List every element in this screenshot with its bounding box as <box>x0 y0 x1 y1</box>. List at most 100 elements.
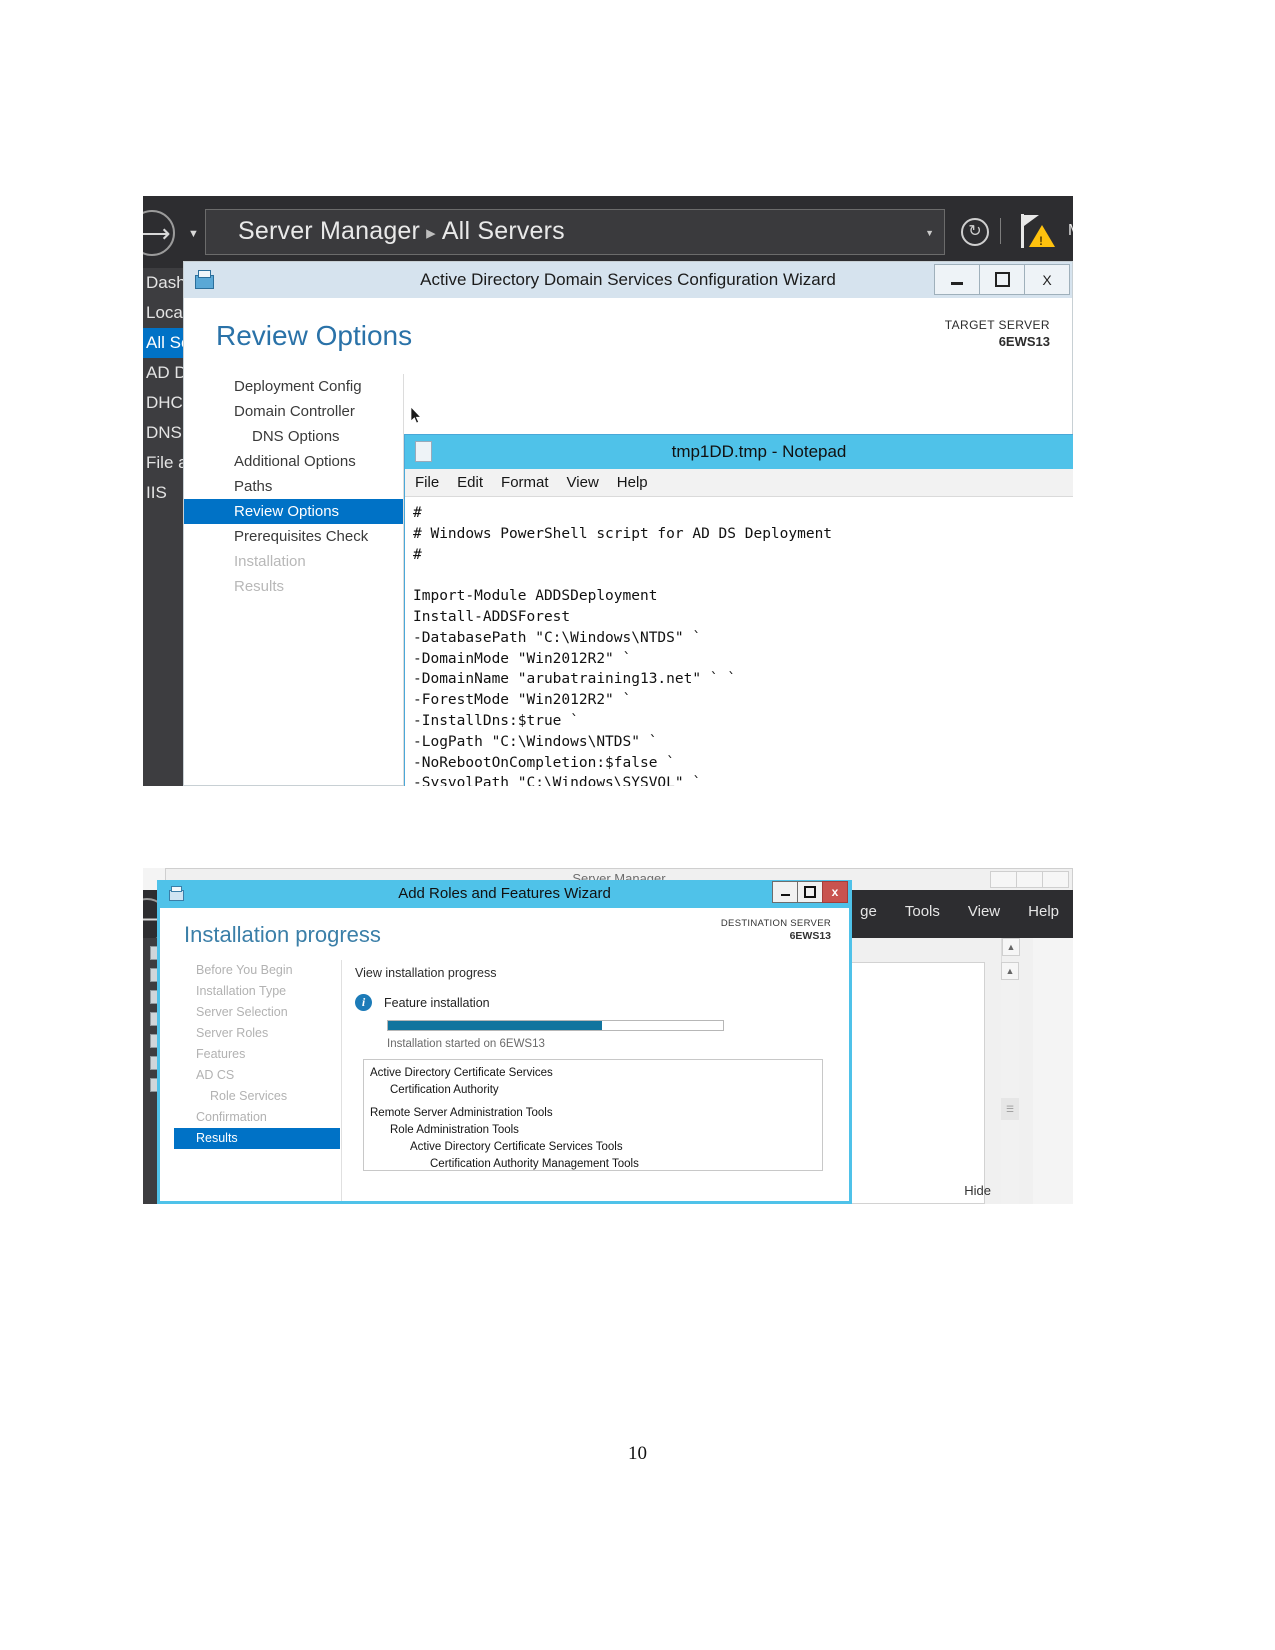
list-item: Active Directory Certificate Services To… <box>410 1141 623 1153</box>
target-server-value: 6EWS13 <box>998 334 1050 349</box>
back-arrow-icon[interactable]: ⟶ <box>143 210 175 256</box>
menu-view[interactable]: View <box>567 474 599 491</box>
step-ad-cs: AD CS <box>196 1068 235 1082</box>
notepad-title-bar: tmp1DD.tmp - Notepad <box>405 435 1073 469</box>
mouse-cursor-icon <box>411 407 422 424</box>
destination-server-value: 6EWS13 <box>789 930 831 942</box>
wizard-step-nav: Deployment Config Domain Controller DNS … <box>184 374 403 785</box>
list-item: Certification Authority Management Tools <box>430 1158 639 1170</box>
target-server-block: TARGET SERVER 6EWS13 <box>945 318 1050 349</box>
maximize-button[interactable] <box>979 264 1025 295</box>
wizard2-window-controls: x <box>772 881 848 903</box>
step-paths[interactable]: Paths <box>184 474 403 499</box>
screenshot-add-roles-features-wizard: Server Manager ⟵ ge Tools View Help ▲ ▲ … <box>143 868 1073 1204</box>
breadcrumb: Server Manager ▸ All Servers <box>238 217 565 246</box>
step-prerequisites-check[interactable]: Prerequisites Check <box>184 524 403 549</box>
maximize-button-2[interactable] <box>797 881 823 903</box>
step-before-you-begin: Before You Begin <box>196 963 293 977</box>
breadcrumb-current[interactable]: All Servers <box>442 217 565 245</box>
menu-help[interactable]: Help <box>617 474 648 491</box>
screenshot-server-manager-adds-wizard: ⟶ ▼ Server Manager ▸ All Servers ▼ ↻ ! Man… <box>143 196 1073 786</box>
step-server-roles: Server Roles <box>196 1026 269 1040</box>
menu-tools[interactable]: Tools <box>905 903 940 920</box>
section-subheading: View installation progress <box>355 966 497 980</box>
minimize-button[interactable] <box>934 264 980 295</box>
breadcrumb-root[interactable]: Server Manager <box>238 217 420 245</box>
list-item: Role Administration Tools <box>390 1124 519 1136</box>
server-manager-window-controls <box>990 871 1069 888</box>
notepad-window: tmp1DD.tmp - Notepad File Edit Format Vi… <box>404 434 1073 786</box>
wizard2-main-panel: View installation progress i Feature ins… <box>355 960 841 1201</box>
step-features: Features <box>196 1047 246 1061</box>
minimize-button-2[interactable] <box>772 881 798 903</box>
hide-button[interactable]: Hide <box>964 1183 991 1198</box>
server-manager-toolbar: ⟶ ▼ Server Manager ▸ All Servers ▼ ↻ ! Man… <box>143 196 1073 268</box>
menu-format[interactable]: Format <box>501 474 549 491</box>
server-manager-menu: ge Tools View Help <box>860 903 1059 920</box>
step-installation: Installation <box>234 553 306 570</box>
step-results: Results <box>234 578 285 595</box>
sm-minimize-button[interactable] <box>990 871 1017 888</box>
toolbar-divider <box>1000 218 1001 244</box>
wizard2-title: Add Roles and Features Wizard <box>398 885 611 902</box>
notepad-menu-bar: File Edit Format View Help <box>405 469 1073 497</box>
window-controls: X <box>934 264 1070 295</box>
adds-configuration-wizard-window: Active Directory Domain Services Configu… <box>183 261 1073 786</box>
installation-progress-bar <box>387 1020 724 1031</box>
page-title-2: Installation progress <box>184 922 381 947</box>
sm-close-button[interactable] <box>1042 871 1069 888</box>
menu-file[interactable]: File <box>415 474 439 491</box>
close-button-2[interactable]: x <box>822 881 848 903</box>
list-item: Active Directory Certificate Services <box>370 1067 553 1079</box>
menu-manage[interactable]: ge <box>860 903 877 920</box>
installed-features-list[interactable]: Active Directory Certificate Services Ce… <box>363 1059 823 1171</box>
wizard2-body: Before You Begin Installation Type Serve… <box>160 960 849 1201</box>
menu-edit[interactable]: Edit <box>457 474 483 491</box>
info-icon: i <box>355 994 372 1011</box>
step-review-options[interactable]: Review Options <box>184 499 403 524</box>
step-additional-options[interactable]: Additional Options <box>184 449 403 474</box>
page-number: 10 <box>628 1443 647 1464</box>
address-dropdown-chevron-icon[interactable]: ▼ <box>925 228 934 238</box>
feature-installation-row: i Feature installation <box>355 994 841 1011</box>
step-dns-options[interactable]: DNS Options <box>184 424 403 449</box>
notepad-title: tmp1DD.tmp - Notepad <box>671 442 847 461</box>
step-domain-controller-options[interactable]: Domain Controller <box>184 399 403 424</box>
step-deployment-configuration[interactable]: Deployment Config <box>184 374 403 399</box>
inner-scrollbar[interactable]: ▲ <box>1001 962 1019 1204</box>
close-button[interactable]: X <box>1024 264 1070 295</box>
destination-server-label: DESTINATION SERVER <box>720 918 831 929</box>
wizard2-title-bar: Add Roles and Features Wizard x <box>160 880 849 908</box>
scroll-up-arrow-icon[interactable]: ▲ <box>1002 938 1020 956</box>
refresh-icon[interactable]: ↻ <box>961 218 989 246</box>
page-title: Review Options <box>216 320 413 351</box>
wizard2-nav-divider <box>341 960 342 1201</box>
scroll-up-arrow-icon-2[interactable]: ▲ <box>1001 962 1019 980</box>
wizard2-step-nav: Before You Begin Installation Type Serve… <box>160 960 340 1201</box>
wizard2-header: Installation progress DESTINATION SERVER… <box>160 908 849 960</box>
step-server-selection: Server Selection <box>196 1005 288 1019</box>
list-item: Remote Server Administration Tools <box>370 1107 553 1119</box>
menu-help[interactable]: Help <box>1028 903 1059 920</box>
installation-started-text: Installation started on 6EWS13 <box>387 1038 545 1050</box>
step-confirmation: Confirmation <box>196 1110 267 1124</box>
scrollbar-thumb[interactable]: ☰ <box>1001 1098 1019 1120</box>
breadcrumb-address-bar[interactable]: Server Manager ▸ All Servers ▼ <box>205 209 945 255</box>
manage-menu[interactable]: Manage <box>1068 222 1073 240</box>
step-role-services: Role Services <box>210 1089 288 1103</box>
step-installation-type: Installation Type <box>196 984 287 998</box>
progress-bar-fill <box>388 1021 603 1030</box>
list-item: Certification Authority <box>390 1084 499 1096</box>
menu-view[interactable]: View <box>968 903 1000 920</box>
notepad-text-area[interactable]: # # Windows PowerShell script for AD DS … <box>405 497 1073 786</box>
wizard-header: Review Options TARGET SERVER 6EWS13 <box>184 298 1072 374</box>
nav-history-chevron-icon[interactable]: ▼ <box>188 228 199 240</box>
step-results[interactable]: Results <box>174 1128 340 1149</box>
sm-maximize-button[interactable] <box>1016 871 1043 888</box>
feature-installation-label: Feature installation <box>384 995 490 1010</box>
document-page: ⟶ ▼ Server Manager ▸ All Servers ▼ ↻ ! Man… <box>0 0 1275 1650</box>
warning-exclamation-icon: ! <box>1039 234 1043 248</box>
destination-server-block: DESTINATION SERVER 6EWS13 <box>721 918 831 942</box>
wizard-title-bar: Active Directory Domain Services Configu… <box>184 262 1072 298</box>
add-roles-features-wizard-window: Add Roles and Features Wizard x Installa… <box>157 880 852 1204</box>
